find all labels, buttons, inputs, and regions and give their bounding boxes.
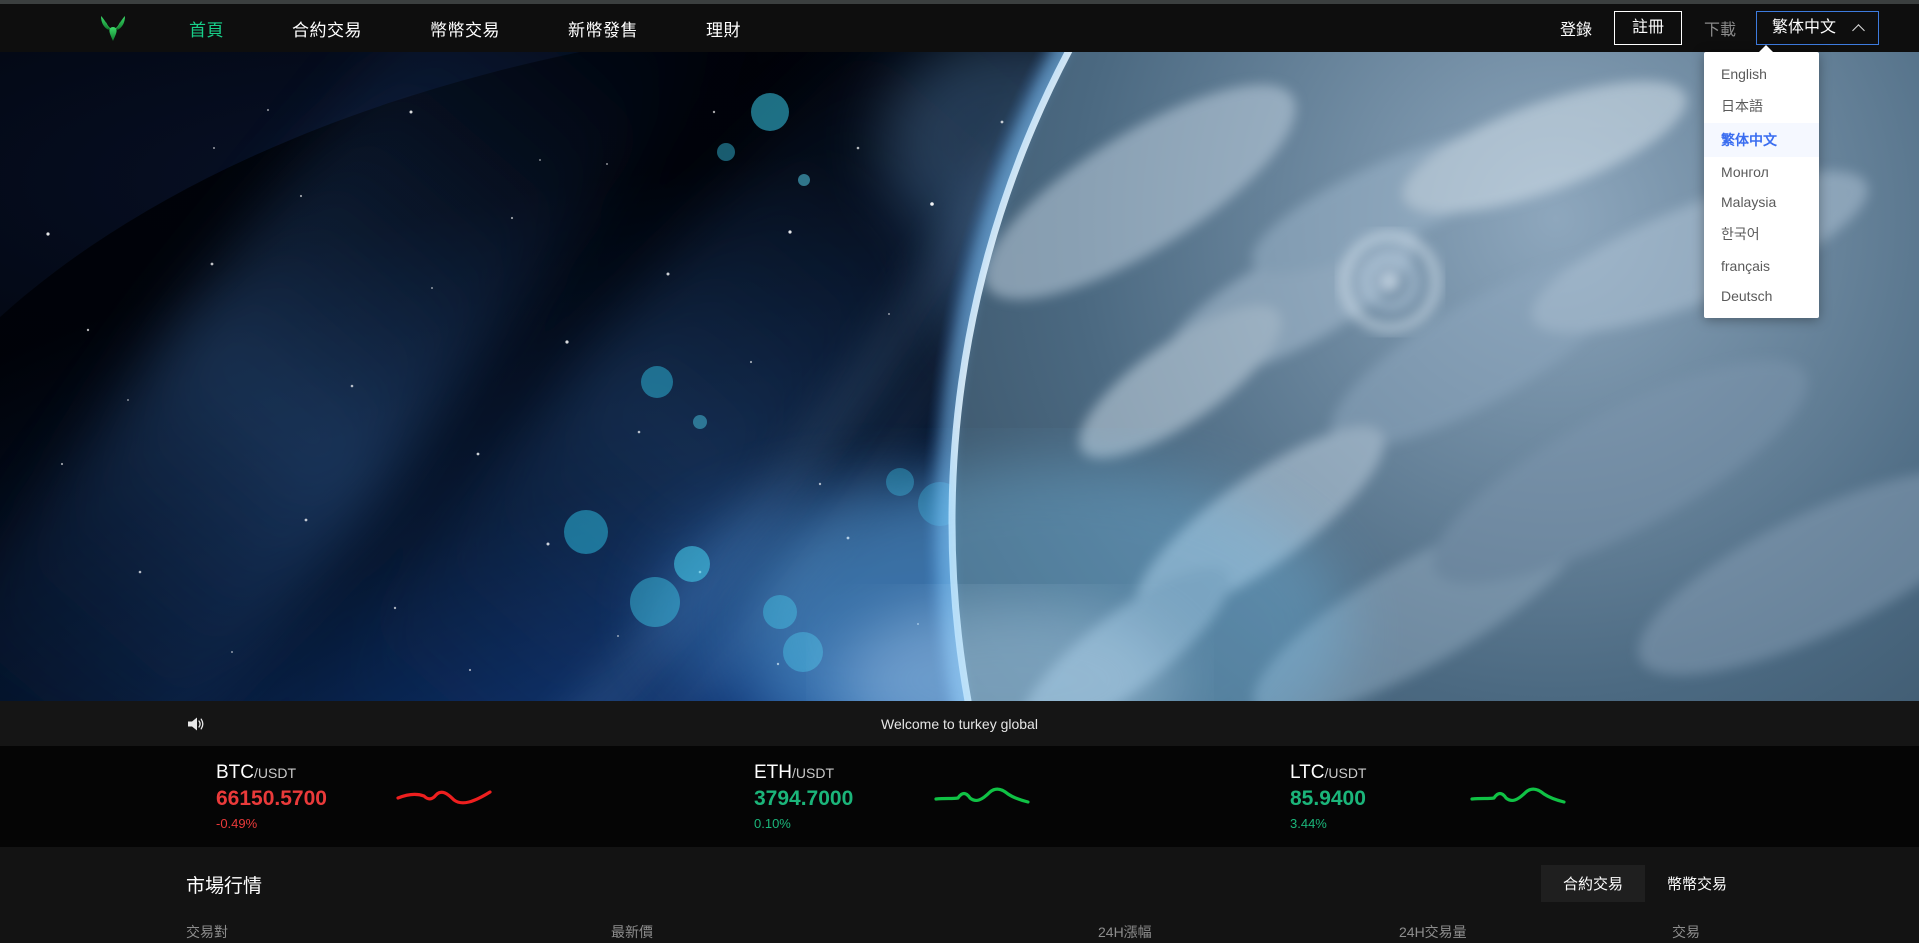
ticker-item-ltc[interactable]: LTC/USDT 85.9400 3.44% bbox=[1290, 760, 1568, 833]
nav-item-home[interactable]: 首頁 bbox=[189, 16, 224, 41]
header-actions: 登錄 註冊 下載 繁体中文 bbox=[1560, 11, 1879, 45]
ticker-change: -0.49% bbox=[216, 815, 258, 831]
ticker-price: 3794.7000 bbox=[754, 787, 854, 811]
ticker-price: 66150.5700 bbox=[216, 787, 327, 811]
market-section-title: 市場行情 bbox=[186, 876, 263, 897]
column-header-price: 最新價 bbox=[611, 924, 653, 940]
brand-logo[interactable] bbox=[93, 9, 133, 47]
market-tab-group: 合約交易 幣幣交易 bbox=[1540, 865, 1749, 902]
ticker-change: 3.44% bbox=[1290, 815, 1327, 831]
column-header-volume24h: 24H交易量 bbox=[1399, 924, 1467, 940]
tab-contract-trading[interactable]: 合約交易 bbox=[1540, 865, 1645, 902]
chevron-up-icon bbox=[1853, 22, 1865, 34]
language-selector-button[interactable]: 繁体中文 bbox=[1755, 11, 1879, 45]
site-header: 首頁 合約交易 幣幣交易 新幣發售 理財 登錄 註冊 下載 繁体中文 bbox=[0, 4, 1919, 52]
sparkline-down-icon bbox=[396, 790, 492, 805]
language-option-english[interactable]: English bbox=[1704, 59, 1819, 89]
nav-item-coin-trading[interactable]: 幣幣交易 bbox=[430, 16, 500, 41]
ticker-info: LTC/USDT 85.9400 3.44% bbox=[1290, 760, 1468, 833]
register-button[interactable]: 註冊 bbox=[1613, 11, 1682, 45]
main-nav: 首頁 合約交易 幣幣交易 新幣發售 理財 bbox=[189, 16, 809, 41]
nav-item-contract-trading[interactable]: 合約交易 bbox=[292, 16, 362, 41]
nav-item-finance[interactable]: 理財 bbox=[706, 16, 741, 41]
column-header-pair: 交易對 bbox=[186, 924, 228, 940]
ticker-info: ETH/USDT 3794.7000 0.10% bbox=[754, 760, 932, 833]
ticker-base: BTC bbox=[216, 761, 254, 783]
tab-coin-trading[interactable]: 幣幣交易 bbox=[1645, 865, 1749, 902]
language-option-japanese[interactable]: 日本語 bbox=[1704, 89, 1819, 123]
ticker-item-eth[interactable]: ETH/USDT 3794.7000 0.10% bbox=[754, 760, 1032, 833]
language-option-korean[interactable]: 한국어 bbox=[1704, 217, 1819, 251]
sparkline-up-icon bbox=[934, 788, 1030, 805]
ticker-price: 85.9400 bbox=[1290, 787, 1366, 811]
ticker-change: 0.10% bbox=[754, 815, 791, 831]
page-root: 首頁 合約交易 幣幣交易 新幣發售 理財 登錄 註冊 下載 繁体中文 Engli… bbox=[0, 0, 1919, 943]
language-option-mongolian[interactable]: Монгол bbox=[1704, 157, 1819, 187]
ticker-pair: ETH/USDT bbox=[754, 760, 932, 786]
language-selector-label: 繁体中文 bbox=[1771, 19, 1836, 36]
hero-space-image bbox=[0, 52, 1919, 701]
nav-item-new-coin-sale[interactable]: 新幣發售 bbox=[568, 16, 638, 41]
ticker-base: ETH bbox=[754, 761, 792, 783]
ticker-base: LTC bbox=[1290, 761, 1325, 783]
ticker-pair: LTC/USDT bbox=[1290, 760, 1468, 786]
sparkline-up-icon bbox=[1470, 788, 1566, 805]
ticker-quote: /USDT bbox=[1324, 764, 1367, 781]
column-header-change24h: 24H漲幅 bbox=[1098, 924, 1152, 940]
announcement-bar: Welcome to turkey global bbox=[0, 701, 1919, 746]
ticker-info: BTC/USDT 66150.5700 -0.49% bbox=[216, 760, 394, 833]
language-option-german[interactable]: Deutsch bbox=[1704, 281, 1819, 311]
column-header-trade: 交易 bbox=[1672, 924, 1700, 940]
language-option-french[interactable]: français bbox=[1704, 251, 1819, 281]
download-link[interactable]: 下載 bbox=[1704, 16, 1736, 40]
phoenix-logo-icon bbox=[101, 16, 125, 41]
language-option-traditional-chinese[interactable]: 繁体中文 bbox=[1704, 123, 1819, 157]
ticker-quote: /USDT bbox=[254, 764, 296, 781]
language-option-malaysia[interactable]: Malaysia bbox=[1704, 187, 1819, 217]
market-section: 市場行情 合約交易 幣幣交易 交易對 最新價 24H漲幅 24H交易量 交易 bbox=[0, 847, 1919, 943]
announcement-text: Welcome to turkey global bbox=[881, 715, 1038, 732]
language-dropdown-menu: English 日本語 繁体中文 Монгол Malaysia 한국어 fra… bbox=[1704, 45, 1819, 318]
ticker-quote: /USDT bbox=[792, 764, 834, 781]
ticker-item-btc[interactable]: BTC/USDT 66150.5700 -0.49% bbox=[216, 760, 494, 833]
hero-banner bbox=[0, 52, 1919, 701]
price-ticker-bar: BTC/USDT 66150.5700 -0.49% ETH/USDT 3794… bbox=[0, 746, 1919, 847]
login-link[interactable]: 登錄 bbox=[1560, 16, 1592, 40]
ticker-pair: BTC/USDT bbox=[216, 760, 394, 786]
